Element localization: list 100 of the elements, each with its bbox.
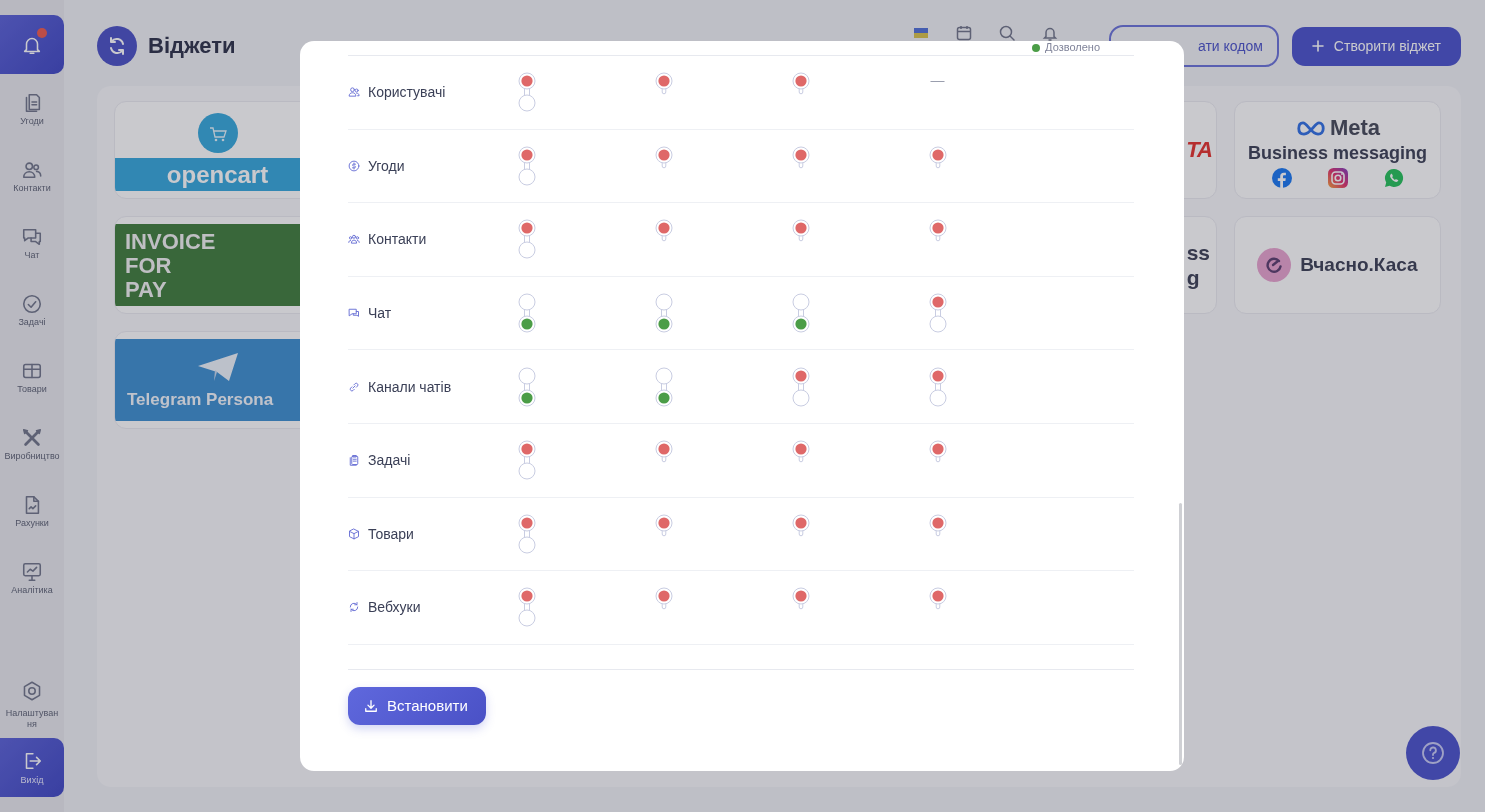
permission-switch[interactable] [654, 366, 673, 407]
bell-icon[interactable] [1041, 25, 1058, 41]
permission-indicator[interactable] [791, 440, 810, 464]
sidebar-label: Контакти [12, 183, 52, 194]
permission-switch[interactable] [654, 293, 673, 334]
sidebar-item[interactable]: Аналітика [0, 557, 64, 624]
permission-indicator[interactable] [791, 72, 810, 96]
logo-icon [1257, 248, 1292, 282]
widget-title: Business messaging [1247, 142, 1428, 165]
chat-icon [21, 226, 43, 248]
settings-item[interactable]: Налаштування [0, 676, 64, 738]
download-icon [364, 698, 378, 713]
permission-indicator[interactable] [928, 145, 947, 169]
f-logo-icon [1271, 168, 1292, 188]
permission-switch[interactable] [517, 219, 536, 260]
permission-indicator[interactable] [654, 440, 673, 464]
permission-indicator[interactable] [928, 587, 947, 611]
logo-text: TA [1186, 137, 1213, 163]
sidebar-item[interactable]: Контакти [0, 155, 64, 222]
sidebar-label: Рахунки [14, 518, 50, 529]
plus-icon [1311, 40, 1324, 52]
empty-value: — [930, 72, 945, 89]
permission-label: Чат [368, 305, 392, 322]
sidebar-label: Налаштування [4, 708, 60, 730]
widget-title: ss g [1186, 240, 1210, 290]
permission-switch[interactable] [517, 440, 536, 481]
status-dot-icon [1032, 43, 1041, 52]
banner-text: Telegram Persona [127, 389, 274, 411]
permission-label: Товари [368, 525, 414, 542]
scrollbar-thumb[interactable] [1179, 503, 1182, 765]
install-button[interactable]: Встановити [348, 686, 486, 725]
permission-indicator[interactable] [654, 219, 673, 243]
clipboard-icon [348, 454, 360, 467]
people-icon [21, 159, 43, 181]
sidebar-item[interactable]: Угоди [0, 88, 64, 155]
sidebar-label: Задачі [17, 317, 47, 328]
check-circle-icon [21, 293, 43, 315]
permission-indicator[interactable] [654, 145, 673, 169]
permission-indicator[interactable] [928, 513, 947, 537]
phone-bubble-icon [1383, 168, 1404, 188]
refresh-icon [348, 601, 360, 614]
widget-title: Вчасно.Каса [1300, 254, 1418, 276]
permission-label: Угоди [368, 157, 405, 174]
permission-label: Користувачі [368, 84, 446, 101]
permission-indicator[interactable] [791, 513, 810, 537]
logout-button[interactable]: Вихід [0, 738, 64, 797]
question-icon [1421, 741, 1445, 765]
permission-switch[interactable] [517, 513, 536, 554]
page-title: Віджети [148, 33, 236, 59]
dollar-circle-icon [348, 159, 360, 172]
cube-icon [348, 527, 360, 540]
permission-switch[interactable] [517, 293, 536, 334]
search-icon[interactable] [998, 25, 1015, 41]
brand-name: Meta [1329, 115, 1381, 141]
chat-bubbles-icon [348, 307, 360, 320]
permission-switch[interactable] [791, 293, 810, 334]
sidebar-item[interactable]: Чат [0, 222, 64, 289]
permission-indicator[interactable] [791, 587, 810, 611]
permission-switch[interactable] [517, 72, 536, 113]
flag-icon[interactable] [912, 25, 929, 41]
permission-switch[interactable] [517, 587, 536, 628]
logout-label: Вихід [20, 774, 44, 786]
permission-indicator[interactable] [928, 219, 947, 243]
infinity-icon [1294, 119, 1327, 137]
sidebar-label: Товари [16, 384, 48, 395]
permission-indicator[interactable] [654, 72, 673, 96]
widget-card[interactable]: Вчасно.Каса [1234, 216, 1441, 314]
sidebar-label: Виробництво [4, 451, 60, 462]
sync-icon [97, 26, 137, 66]
camera-icon [1327, 168, 1348, 188]
sidebar-item[interactable]: Рахунки [0, 490, 64, 557]
permission-switch[interactable] [791, 366, 810, 407]
sidebar-label: Угоди [19, 116, 45, 127]
link-icon [348, 380, 360, 393]
calendar-icon[interactable] [955, 25, 972, 41]
sidebar-item[interactable]: Товари [0, 356, 64, 423]
widget-card[interactable]: Meta Business messaging [1234, 101, 1441, 199]
users-icon [348, 86, 360, 99]
settings-icon [21, 680, 43, 702]
permission-label: Канали чатів [368, 378, 452, 395]
permission-indicator[interactable] [654, 513, 673, 537]
permission-indicator[interactable] [654, 587, 673, 611]
create-widget-button[interactable]: Створити віджет [1291, 26, 1461, 66]
legend-label: Дозволено [1045, 41, 1100, 54]
permission-switch[interactable] [517, 145, 536, 186]
crossed-arrows-icon [21, 427, 43, 449]
permission-indicator[interactable] [928, 440, 947, 464]
permission-indicator[interactable] [791, 145, 810, 169]
monitor-chart-icon [21, 561, 43, 583]
sidebar-label: Чат [23, 250, 41, 261]
permission-switch[interactable] [517, 366, 536, 407]
sidebar-item[interactable]: Задачі [0, 289, 64, 356]
sidebar-item[interactable]: Виробництво [0, 423, 64, 490]
group-icon [348, 233, 360, 246]
permission-indicator[interactable] [791, 219, 810, 243]
permission-switch[interactable] [928, 293, 947, 334]
permission-label: Вебхуки [368, 599, 421, 616]
notifications-button[interactable] [0, 15, 64, 74]
permission-switch[interactable] [928, 366, 947, 407]
sidebar-label: Аналітика [10, 585, 54, 596]
